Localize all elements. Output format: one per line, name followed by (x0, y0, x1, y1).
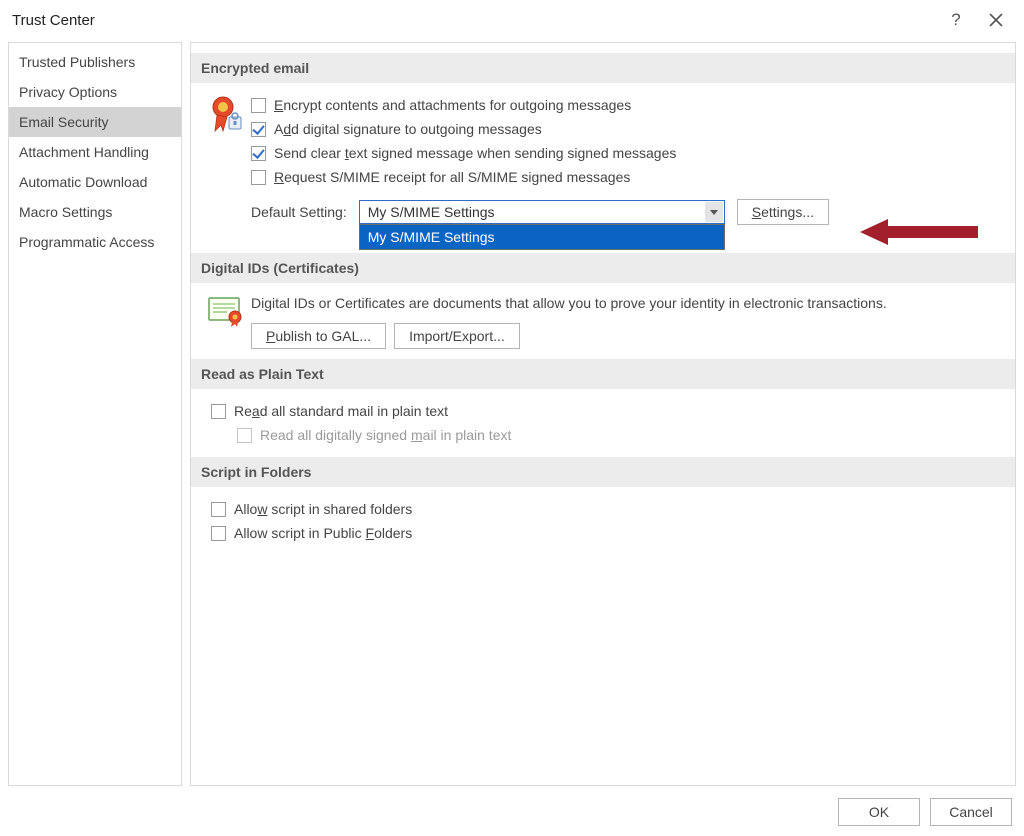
dialog-footer: OK Cancel (838, 798, 1012, 826)
sidebar-item-privacy-options[interactable]: Privacy Options (9, 77, 181, 107)
checkbox-read-plain[interactable]: Read all standard mail in plain text (211, 399, 1005, 423)
category-sidebar: Trusted Publishers Privacy Options Email… (8, 42, 182, 786)
window-titlebar: Trust Center ? (0, 0, 1024, 40)
checkbox-read-signed-plain-input (237, 428, 252, 443)
sidebar-item-attachment-handling[interactable]: Attachment Handling (9, 137, 181, 167)
sidebar-item-automatic-download[interactable]: Automatic Download (9, 167, 181, 197)
default-setting-label: Default Setting: (251, 204, 347, 220)
combo-display[interactable]: My S/MIME Settings (359, 200, 725, 224)
checkbox-script-shared[interactable]: Allow script in shared folders (211, 497, 1005, 521)
checkbox-script-public[interactable]: Allow script in Public Folders (211, 521, 1005, 545)
checkbox-clear-text[interactable]: Send clear text signed message when send… (251, 141, 1005, 165)
checkbox-request-receipt-input[interactable] (251, 170, 266, 185)
digital-ids-description: Digital IDs or Certificates are document… (251, 293, 1005, 315)
settings-panel: Encrypted email Encrypt contents and att… (190, 42, 1016, 786)
settings-button[interactable]: Settings... (737, 199, 829, 225)
import-export-button[interactable]: Import/Export... (394, 323, 520, 349)
cancel-button[interactable]: Cancel (930, 798, 1012, 826)
checkbox-add-signature-input[interactable] (251, 122, 266, 137)
checkbox-request-receipt-label: Request S/MIME receipt for all S/MIME si… (274, 169, 630, 185)
checkbox-clear-text-label: Send clear text signed message when send… (274, 145, 676, 161)
ok-button[interactable]: OK (838, 798, 920, 826)
checkbox-encrypt-contents-input[interactable] (251, 98, 266, 113)
publish-to-gal-button[interactable]: Publish to GAL... (251, 323, 386, 349)
checkbox-read-plain-label: Read all standard mail in plain text (234, 403, 448, 419)
checkbox-add-signature-label: Add digital signature to outgoing messag… (274, 121, 542, 137)
checkbox-clear-text-input[interactable] (251, 146, 266, 161)
checkbox-request-receipt[interactable]: Request S/MIME receipt for all S/MIME si… (251, 165, 1005, 189)
section-header-digital-ids: Digital IDs (Certificates) (191, 253, 1015, 283)
sidebar-item-macro-settings[interactable]: Macro Settings (9, 197, 181, 227)
checkbox-script-shared-input[interactable] (211, 502, 226, 517)
checkbox-encrypt-contents-label: Encrypt contents and attachments for out… (274, 97, 631, 113)
chevron-down-icon[interactable] (705, 202, 723, 222)
sidebar-item-email-security[interactable]: Email Security (9, 107, 181, 137)
section-header-script: Script in Folders (191, 457, 1015, 487)
sidebar-item-trusted-publishers[interactable]: Trusted Publishers (9, 47, 181, 77)
default-setting-combo[interactable]: My S/MIME Settings My S/MIME Settings (359, 200, 725, 224)
checkbox-add-signature[interactable]: Add digital signature to outgoing messag… (251, 117, 1005, 141)
help-button[interactable]: ? (936, 0, 976, 40)
checkbox-script-shared-label: Allow script in shared folders (234, 501, 412, 517)
ribbon-seal-icon (201, 93, 251, 135)
window-title: Trust Center (12, 12, 936, 29)
section-header-encrypted-email: Encrypted email (191, 53, 1015, 83)
combo-dropdown-list: My S/MIME Settings (359, 224, 725, 250)
sidebar-item-programmatic-access[interactable]: Programmatic Access (9, 227, 181, 257)
checkbox-script-public-label: Allow script in Public Folders (234, 525, 412, 541)
combo-value: My S/MIME Settings (368, 204, 495, 220)
checkbox-read-signed-plain: Read all digitally signed mail in plain … (237, 423, 1005, 447)
section-header-plain-text: Read as Plain Text (191, 359, 1015, 389)
checkbox-read-signed-plain-label: Read all digitally signed mail in plain … (260, 427, 511, 443)
combo-option-smime[interactable]: My S/MIME Settings (360, 225, 724, 249)
close-button[interactable] (976, 0, 1016, 40)
certificate-icon (201, 293, 251, 327)
checkbox-encrypt-contents[interactable]: Encrypt contents and attachments for out… (251, 93, 1005, 117)
checkbox-script-public-input[interactable] (211, 526, 226, 541)
checkbox-read-plain-input[interactable] (211, 404, 226, 419)
